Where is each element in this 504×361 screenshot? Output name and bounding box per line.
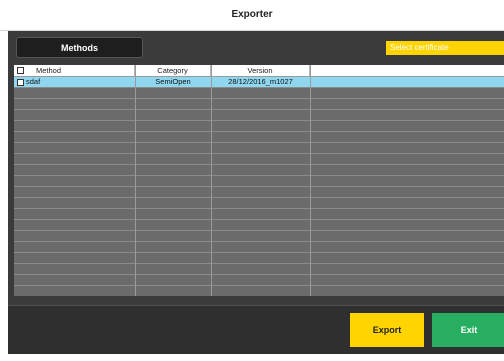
- exit-button[interactable]: Exit: [432, 313, 504, 347]
- empty-table-row: [14, 176, 504, 187]
- empty-table-row: [14, 99, 504, 110]
- empty-table-row: [14, 132, 504, 143]
- empty-table-row: [14, 165, 504, 176]
- empty-table-row: [14, 198, 504, 209]
- empty-table-row: [14, 242, 504, 253]
- empty-table-row: [14, 253, 504, 264]
- column-header-category[interactable]: Category: [135, 65, 211, 76]
- table-row[interactable]: sdaf SemiOpen 28/12/2016_m1027: [14, 77, 504, 88]
- certificate-select[interactable]: Select certificate: [386, 41, 504, 55]
- row-checkbox[interactable]: [17, 79, 24, 86]
- empty-table-row: [14, 121, 504, 132]
- column-divider: [135, 65, 136, 296]
- empty-table-row: [14, 154, 504, 165]
- footer-bar: Export Exit: [8, 305, 504, 354]
- column-header-method[interactable]: Method: [14, 65, 135, 76]
- empty-table-row: [14, 110, 504, 121]
- methods-table: Method Category Version sdaf SemiOpen 28…: [14, 65, 504, 296]
- export-button[interactable]: Export: [350, 313, 424, 347]
- empty-table-row: [14, 88, 504, 99]
- column-header-version[interactable]: Version: [211, 65, 310, 76]
- column-divider: [310, 65, 311, 296]
- empty-table-row: [14, 264, 504, 275]
- main-panel: Methods Select certificate Method Catego…: [8, 31, 504, 354]
- category-cell: SemiOpen: [155, 77, 191, 86]
- empty-table-row: [14, 220, 504, 231]
- empty-table-row: [14, 286, 504, 296]
- method-cell: sdaf: [26, 77, 41, 86]
- empty-table-row: [14, 143, 504, 154]
- column-divider: [211, 65, 212, 296]
- version-cell: 28/12/2016_m1027: [228, 77, 293, 86]
- empty-table-row: [14, 275, 504, 286]
- empty-table-row: [14, 187, 504, 198]
- empty-table-row: [14, 209, 504, 220]
- methods-button[interactable]: Methods: [16, 37, 143, 58]
- table-header: Method Category Version: [14, 65, 504, 77]
- window-title: Exporter: [0, 0, 504, 31]
- empty-table-row: [14, 231, 504, 242]
